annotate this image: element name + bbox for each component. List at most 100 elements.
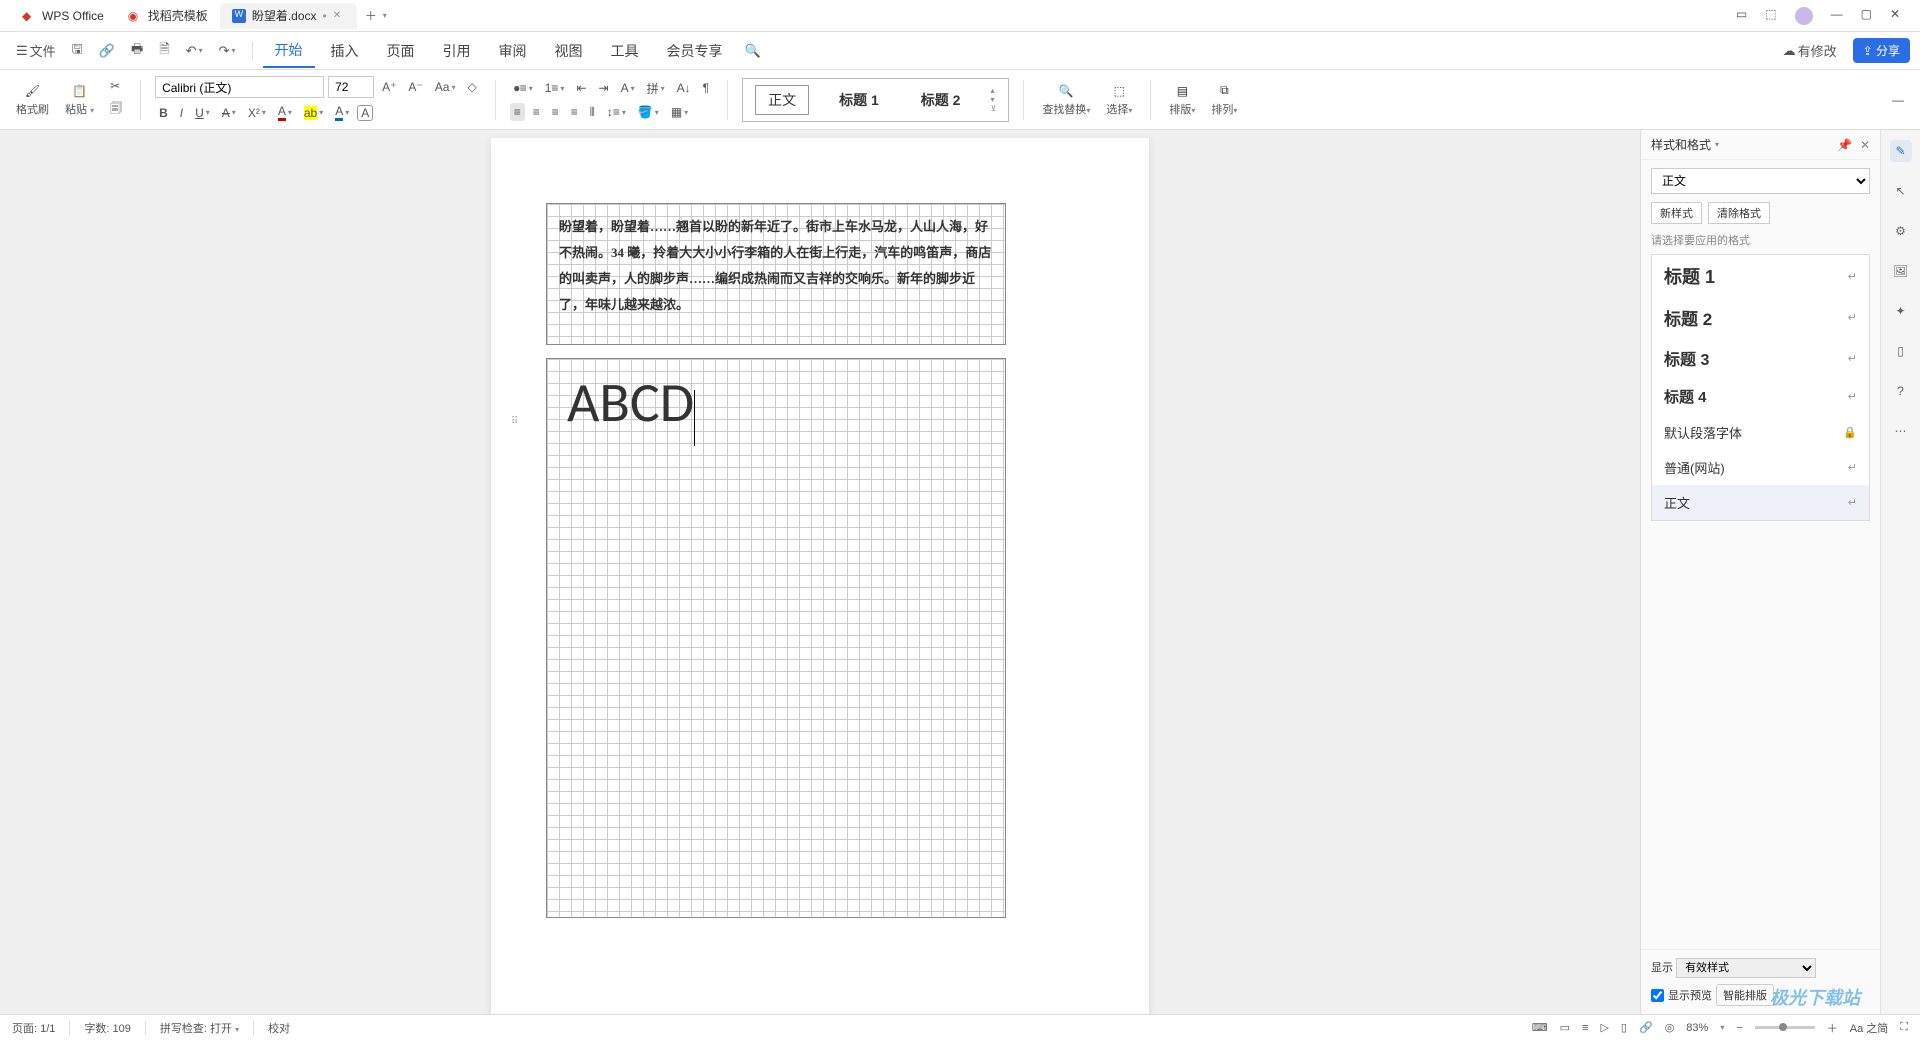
view-web-icon[interactable]: ▯ [1621, 1021, 1627, 1034]
proofing-status[interactable]: 校对 [268, 1020, 290, 1036]
copy-icon[interactable]: 🗐 [106, 97, 126, 122]
show-select[interactable]: 有效样式 [1676, 958, 1816, 978]
cube-icon[interactable]: ⬚ [1765, 7, 1776, 25]
save-icon[interactable]: 🖫 [66, 36, 89, 66]
text-box-2[interactable]: ABCD [546, 358, 1006, 918]
style-row-h3[interactable]: 标题 3↵ [1652, 338, 1869, 378]
menu-tab-references[interactable]: 引用 [431, 35, 483, 67]
style-heading1[interactable]: 标题 1 [827, 86, 891, 114]
style-row-h1[interactable]: 标题 1↵ [1652, 255, 1869, 297]
page-indicator[interactable]: 页面: 1/1 [12, 1020, 55, 1036]
style-row-h4[interactable]: 标题 4↵ [1652, 378, 1869, 415]
italic-icon[interactable]: I [176, 104, 187, 122]
tab-list-dropdown[interactable]: ▾ [377, 7, 393, 24]
menu-tab-member[interactable]: 会员专享 [655, 35, 735, 67]
edit-tool-icon[interactable]: ✎ [1890, 140, 1912, 162]
border-icon[interactable]: ▦▾ [667, 103, 692, 121]
decrease-indent-icon[interactable]: ⇤ [572, 79, 590, 97]
style-scroll-up-icon[interactable]: ▴ [990, 86, 996, 95]
text-box-1[interactable]: 盼望着，盼望着……翘首以盼的新年近了。街市上车水马龙，人山人海，好不热闹。34 … [546, 203, 1006, 345]
zoom-value[interactable]: 83% [1686, 1022, 1708, 1034]
zoom-out-icon[interactable]: − [1736, 1022, 1742, 1034]
align-left-icon[interactable]: ≡ [510, 103, 525, 121]
redo-icon[interactable]: ↷ ▾ [213, 39, 242, 63]
pin-icon[interactable]: 📌 [1837, 138, 1852, 152]
arrange-group[interactable]: ⧉ 排列▾ [1207, 83, 1241, 117]
tab-wps-home[interactable]: ◆ WPS Office [10, 3, 116, 29]
ruler-tool-icon[interactable]: ✦ [1890, 300, 1912, 322]
close-window-icon[interactable]: ✕ [1890, 7, 1900, 25]
expand-icon[interactable]: ⛶ [1900, 1021, 1908, 1034]
view-read-icon[interactable]: ▷ [1600, 1021, 1608, 1034]
maximize-icon[interactable]: ▢ [1861, 7, 1872, 25]
align-center-icon[interactable]: ≡ [529, 103, 544, 121]
undo-icon[interactable]: ↶ ▾ [180, 39, 209, 63]
font-name-select[interactable] [155, 76, 324, 98]
focus-icon[interactable]: ◎ [1665, 1021, 1675, 1034]
has-changes-indicator[interactable]: ☁ 有修改 [1777, 37, 1843, 64]
style-row-normal[interactable]: 正文↵ [1652, 485, 1869, 520]
app-menu-button[interactable]: ☰ 文件 [10, 37, 62, 64]
link-sb-icon[interactable]: 🔗 [1639, 1021, 1653, 1034]
phonetic-icon[interactable]: 拼▾ [643, 78, 669, 99]
add-tab-button[interactable]: ＋ [357, 7, 377, 24]
spell-check-status[interactable]: 拼写检查: 打开 ▾ [160, 1020, 239, 1036]
print-preview-icon[interactable]: 🗎 [153, 36, 175, 66]
zoom-in-icon[interactable]: ＋ [1827, 1020, 1838, 1036]
menu-tab-insert[interactable]: 插入 [319, 35, 371, 67]
avatar-icon[interactable] [1795, 7, 1813, 25]
menu-tab-view[interactable]: 视图 [543, 35, 595, 67]
input-method-icon[interactable]: ⌨ [1532, 1021, 1548, 1034]
style-expand-icon[interactable]: ⊻ [990, 104, 996, 113]
print-icon[interactable]: 🖶 [125, 36, 149, 66]
current-style-select[interactable]: 正文 [1651, 168, 1870, 194]
increase-font-icon[interactable]: A⁺ [378, 78, 400, 96]
style-scroll-down-icon[interactable]: ▾ [990, 95, 996, 104]
decrease-font-icon[interactable]: A⁻ [404, 78, 426, 96]
document-canvas[interactable]: 盼望着，盼望着……翘首以盼的新年近了。街市上车水马龙，人山人海，好不热闹。34 … [0, 130, 1640, 1014]
font-color-icon[interactable]: A▾ [274, 102, 296, 123]
clear-format-icon[interactable]: ◇ [463, 78, 480, 96]
font-size-select[interactable] [328, 76, 374, 98]
menu-tab-tools[interactable]: 工具 [599, 35, 651, 67]
style-normal[interactable]: 正文 [755, 85, 809, 115]
text-effects-icon[interactable]: A▾ [617, 79, 639, 97]
number-list-icon[interactable]: 1≡▾ [541, 79, 569, 97]
share-button[interactable]: ⇪ 分享 [1853, 38, 1910, 63]
style-gallery[interactable]: 正文 标题 1 标题 2 ▴ ▾ ⊻ [742, 78, 1009, 122]
menu-tab-review[interactable]: 审阅 [487, 35, 539, 67]
clear-format-button[interactable]: 清除格式 [1708, 202, 1770, 224]
align-right-icon[interactable]: ≡ [548, 103, 563, 121]
page-tool-icon[interactable]: ▯ [1890, 340, 1912, 362]
fill-icon[interactable]: 🪣▾ [634, 103, 663, 121]
bold-icon[interactable]: B [155, 104, 172, 122]
bullet-list-icon[interactable]: ⦁≡▾ [510, 79, 537, 98]
format-painter-icon[interactable]: 🖌 [25, 83, 41, 99]
drag-handle-icon[interactable]: ⠿ [511, 416, 516, 427]
highlight-icon[interactable]: ab▾ [300, 104, 327, 122]
underline-icon[interactable]: U▾ [191, 104, 214, 122]
char-border-icon[interactable]: A [357, 105, 373, 121]
collapse-ribbon-icon[interactable]: — [1888, 91, 1908, 109]
help-icon[interactable]: ? [1890, 380, 1912, 402]
view-page-icon[interactable]: ▭ [1560, 1021, 1570, 1034]
increase-indent-icon[interactable]: ⇥ [595, 79, 613, 97]
select-group[interactable]: ⬚ 选择▾ [1102, 83, 1136, 117]
new-style-button[interactable]: 新样式 [1651, 202, 1702, 224]
smart-layout-button[interactable]: 智能排版 [1716, 984, 1774, 1006]
style-row-default-font[interactable]: 默认段落字体🔒 [1652, 415, 1869, 450]
tab-document[interactable]: W 盼望着.docx • ✕ [220, 3, 357, 29]
style-heading2[interactable]: 标题 2 [909, 86, 973, 114]
close-tab-icon[interactable]: ✕ [333, 10, 345, 22]
layout-group[interactable]: ▤ 排版▾ [1165, 83, 1199, 117]
line-spacing-icon[interactable]: ↕≡▾ [603, 103, 630, 121]
find-replace-group[interactable]: 🔍 查找替换▾ [1038, 83, 1094, 117]
sort-icon[interactable]: A↓ [673, 79, 695, 97]
strikethrough-icon[interactable]: A▾ [218, 104, 240, 122]
zoom-slider[interactable] [1755, 1026, 1815, 1029]
shading-icon[interactable]: A▾ [331, 102, 353, 123]
close-panel-icon[interactable]: ✕ [1860, 138, 1870, 152]
paragraph-mark-icon[interactable]: ¶ [699, 79, 713, 97]
distribute-icon[interactable]: ⫴ [586, 103, 599, 122]
view-outline-icon[interactable]: ≡ [1582, 1022, 1588, 1034]
